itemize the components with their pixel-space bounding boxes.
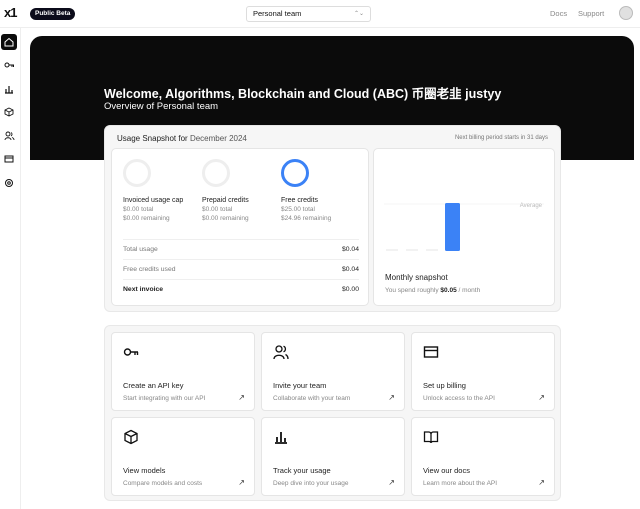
users-icon	[4, 131, 14, 141]
card-title: View our docs	[423, 466, 470, 475]
sidebar-item-billing[interactable]	[1, 151, 17, 167]
track-usage-card[interactable]: Track your usage Deep dive into your usa…	[261, 417, 405, 496]
team-select[interactable]: Personal team ⌃⌄	[246, 6, 371, 22]
credit-remaining: $0.00 remaining	[202, 215, 249, 222]
monthly-chart: Average	[384, 203, 544, 251]
credit-name: Invoiced usage cap	[123, 197, 184, 204]
usage-ring	[281, 159, 309, 187]
snapshot-month: December 2024	[189, 134, 247, 143]
row-label: Free credits used	[123, 266, 176, 273]
card-description: Deep dive into your usage	[273, 480, 349, 487]
arrow-up-right-icon: ↗	[388, 478, 395, 487]
row-value: $0.04	[341, 266, 359, 273]
monthly-snapshot-title: Monthly snapshot	[385, 273, 448, 282]
table-row: Total usage $0.04	[123, 239, 359, 259]
sidebar-item-api-keys[interactable]	[1, 57, 17, 73]
card-description: Start integrating with our API	[123, 395, 206, 402]
sidebar-item-usage[interactable]	[1, 81, 17, 97]
key-icon	[123, 348, 139, 356]
credit-remaining: $24.96 remaining	[281, 215, 332, 222]
credit-card-icon	[423, 346, 439, 358]
top-bar: x1 Public Beta Personal team ⌃⌄ Docs Sup…	[0, 0, 640, 28]
arrow-up-right-icon: ↗	[238, 478, 245, 487]
sidebar-item-settings[interactable]	[1, 175, 17, 191]
sidebar-item-team[interactable]	[1, 128, 17, 144]
arrow-up-right-icon: ↗	[388, 393, 395, 402]
card-description: Compare models and costs	[123, 480, 203, 487]
app-logo[interactable]: x1	[4, 5, 18, 20]
usage-summary: Total usage $0.04 Free credits used $0.0…	[123, 239, 359, 299]
card-title: View models	[123, 466, 166, 475]
spend-amount: $0.05	[440, 287, 457, 294]
next-billing-note: Next billing period starts in 31 days	[454, 135, 548, 141]
cube-icon	[124, 429, 138, 445]
sidebar	[0, 28, 21, 509]
card-description: Learn more about the API	[423, 480, 498, 487]
welcome-subtitle: Overview of Personal team	[104, 101, 219, 112]
cube-icon	[4, 107, 14, 117]
support-link[interactable]: Support	[578, 9, 604, 18]
bar-chart-icon	[5, 86, 13, 94]
view-models-card[interactable]: View models Compare models and costs ↗	[111, 417, 255, 496]
snapshot-title-prefix: Usage Snapshot for	[117, 134, 188, 143]
spend-suffix: / month	[458, 287, 481, 294]
credit-name: Prepaid credits	[202, 197, 249, 204]
sidebar-item-models[interactable]	[1, 104, 17, 120]
snapshot-title: Usage Snapshot for December 2024	[117, 134, 247, 143]
credit-total: $0.00 total	[202, 206, 233, 213]
table-row: Next invoice $0.00	[123, 279, 359, 299]
key-icon	[4, 62, 14, 68]
monthly-snapshot-card: Average Monthly snapshot You spend rough…	[373, 148, 555, 306]
credit-remaining: $0.00 remaining	[123, 215, 170, 222]
chart-bar-current	[445, 203, 460, 251]
row-label: Next invoice	[123, 286, 164, 293]
credit-invoiced: Invoiced usage cap $0.00 total $0.00 rem…	[123, 159, 201, 222]
card-description: Unlock access to the API	[423, 395, 495, 402]
card-title: Create an API key	[123, 381, 184, 390]
team-select-label: Personal team	[253, 9, 302, 18]
card-title: Invite your team	[273, 381, 327, 390]
public-beta-badge: Public Beta	[30, 8, 76, 20]
book-icon	[423, 431, 439, 444]
row-value: $0.04	[341, 246, 359, 253]
credit-prepaid: Prepaid credits $0.00 total $0.00 remain…	[202, 159, 280, 222]
average-label: Average	[520, 203, 543, 209]
card-title: Track your usage	[273, 466, 331, 475]
card-title: Set up billing	[423, 381, 466, 390]
users-icon	[273, 345, 289, 360]
row-value: $0.00	[341, 286, 359, 293]
welcome-title: Welcome, Algorithms, Blockchain and Clou…	[104, 87, 502, 101]
usage-ring	[123, 159, 151, 187]
bar-chart-icon	[275, 432, 287, 444]
sidebar-item-home[interactable]	[1, 34, 17, 50]
chevron-updown-icon: ⌃⌄	[353, 11, 364, 17]
credit-total: $0.00 total	[123, 206, 154, 213]
invite-team-card[interactable]: Invite your team Collaborate with your t…	[261, 332, 405, 411]
create-api-key-card[interactable]: Create an API key Start integrating with…	[111, 332, 255, 411]
arrow-up-right-icon: ↗	[238, 393, 245, 402]
quick-actions-panel: Create an API key Start integrating with…	[104, 325, 561, 501]
avatar[interactable]	[619, 6, 633, 20]
spend-prefix: You spend roughly	[385, 287, 439, 294]
usage-snapshot-panel: Usage Snapshot for December 2024 Next bi…	[104, 125, 561, 312]
set-up-billing-card[interactable]: Set up billing Unlock access to the API …	[411, 332, 555, 411]
credit-name: Free credits	[281, 197, 318, 204]
usage-ring	[202, 159, 230, 187]
home-icon	[4, 37, 14, 47]
table-row: Free credits used $0.04	[123, 259, 359, 279]
row-label: Total usage	[123, 246, 158, 253]
docs-link[interactable]: Docs	[550, 9, 567, 18]
usage-card: Invoiced usage cap $0.00 total $0.00 rem…	[111, 148, 369, 306]
credit-free: Free credits $25.00 total $24.96 remaini…	[281, 159, 359, 222]
credit-total: $25.00 total	[281, 206, 315, 213]
card-description: Collaborate with your team	[273, 395, 351, 402]
arrow-up-right-icon: ↗	[538, 478, 545, 487]
view-docs-card[interactable]: View our docs Learn more about the API ↗	[411, 417, 555, 496]
settings-icon	[5, 179, 13, 187]
monthly-spend-text: You spend roughly $0.05 / month	[385, 287, 480, 294]
credit-card-icon	[4, 155, 14, 163]
arrow-up-right-icon: ↗	[538, 393, 545, 402]
